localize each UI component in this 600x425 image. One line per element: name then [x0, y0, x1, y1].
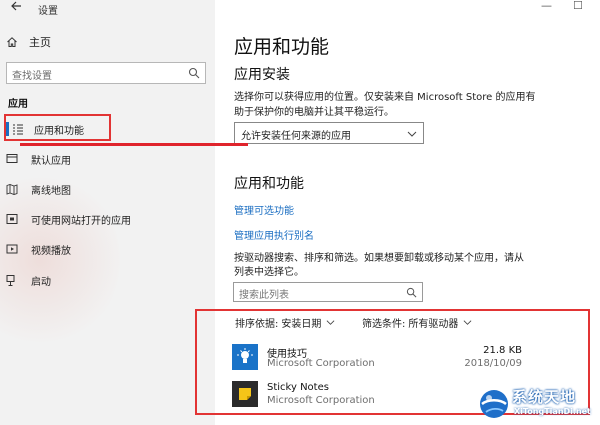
highlight-underline-dropdown: [20, 143, 248, 146]
sidebar-item-offline-maps[interactable]: 离线地图: [6, 179, 206, 199]
chevron-down-icon: [326, 320, 335, 325]
chevron-down-icon: [463, 320, 472, 325]
video-playback-icon: [6, 244, 18, 254]
search-icon: [406, 287, 417, 298]
filter-label: 筛选条件:: [362, 319, 406, 330]
watermark-title: 系统天地: [512, 388, 577, 406]
chevron-down-icon: [407, 131, 417, 137]
install-section-heading: 应用安装: [234, 67, 290, 83]
manage-optional-features-link[interactable]: 管理可选功能: [234, 202, 294, 217]
apps-section-heading: 应用和功能: [234, 176, 304, 192]
install-source-dropdown[interactable]: 允许安装任何来源的应用: [234, 122, 424, 144]
settings-search-input[interactable]: 查找设置: [6, 62, 206, 84]
highlight-box-active-item: [4, 114, 111, 141]
sidebar-item-label: 默认应用: [31, 155, 71, 167]
app-publisher: Microsoft Corporation: [267, 358, 375, 369]
watermark-url: XiTongTianDi.net: [514, 407, 591, 416]
apps-description-line-2: 列表中选择它。: [234, 267, 304, 278]
install-description-line-2: 助于保护你的电脑并让其平稳运行。: [234, 107, 394, 118]
app-publisher: Microsoft Corporation: [267, 395, 375, 406]
page-title: 应用和功能: [234, 36, 330, 58]
app-list-search-input[interactable]: 搜索此列表: [233, 282, 423, 302]
title-bar: 设置: [0, 0, 215, 20]
offline-maps-icon: [6, 184, 18, 195]
app-name: Sticky Notes: [267, 382, 329, 393]
search-placeholder: 查找设置: [12, 71, 52, 82]
app-size: 21.8 KB: [483, 345, 522, 356]
section-header-apps: 应用: [8, 99, 28, 110]
globe-logo-icon: [480, 390, 508, 418]
sidebar-item-label: 可使用网站打开的应用: [31, 215, 131, 227]
sidebar-item-label: 离线地图: [31, 185, 71, 197]
sidebar-item-video-playback[interactable]: 视频播放: [6, 239, 206, 259]
search-icon: [188, 67, 200, 79]
sidebar-item-label: 视频播放: [31, 245, 71, 257]
app-title: 设置: [38, 6, 58, 17]
sort-label: 排序依据:: [235, 319, 279, 330]
sidebar-item-label: 启动: [31, 276, 51, 288]
sidebar-item-website-apps[interactable]: 可使用网站打开的应用: [6, 209, 206, 229]
home-label: 主页: [29, 36, 51, 49]
app-list-item-tips[interactable]: 使用技巧 Microsoft Corporation 21.8 KB 2018/…: [232, 344, 522, 372]
back-button[interactable]: [8, 0, 24, 16]
sidebar-item-startup[interactable]: 启动: [6, 270, 206, 290]
tips-lightbulb-icon: [232, 344, 258, 370]
app-install-date: 2018/10/09: [464, 358, 522, 369]
filter-by-control[interactable]: 筛选条件: 所有驱动器: [362, 315, 472, 330]
search-placeholder: 搜索此列表: [239, 290, 289, 301]
sticky-notes-icon: [232, 381, 258, 407]
startup-icon: [6, 275, 15, 286]
sort-value: 安装日期: [281, 319, 322, 330]
manage-app-aliases-link[interactable]: 管理应用执行别名: [234, 227, 314, 242]
back-arrow-icon: [11, 1, 21, 11]
filter-value: 所有驱动器: [408, 319, 459, 330]
sidebar-item-default-apps[interactable]: 默认应用: [6, 149, 206, 169]
default-apps-icon: [6, 154, 18, 163]
sidebar-item-home[interactable]: 主页: [6, 32, 51, 52]
dropdown-value: 允许安装任何来源的应用: [241, 131, 351, 142]
sidebar: 设置 主页 查找设置 应用 应用和功能 默认应用 离线地图 可使用网站打开的应用…: [0, 0, 215, 425]
minimize-button[interactable]: —: [541, 0, 552, 12]
maximize-button[interactable]: ☐: [573, 0, 583, 12]
install-description-line-1: 选择你可以获得应用的位置。仅安装来自 Microsoft Store 的应用有: [234, 92, 536, 103]
website-apps-icon: [6, 214, 18, 224]
home-icon: [7, 37, 17, 47]
watermark-logo: 系统天地 XiTongTianDi.net: [478, 382, 600, 425]
sort-by-control[interactable]: 排序依据: 安装日期: [235, 315, 335, 330]
